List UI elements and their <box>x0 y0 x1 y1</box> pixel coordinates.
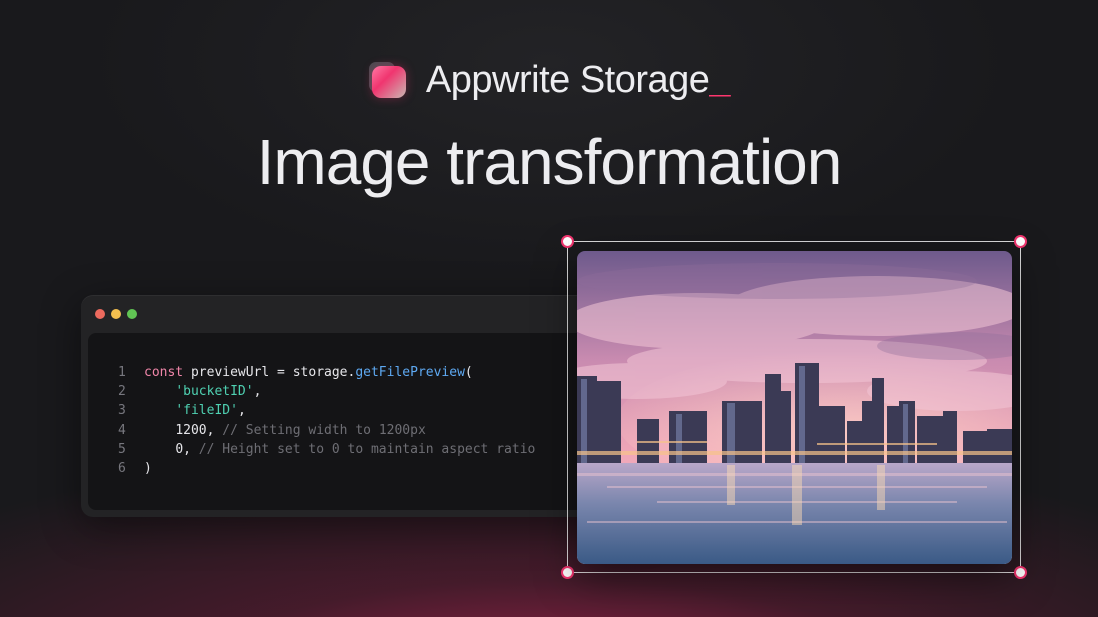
brand-header: Appwrite Storage_ <box>0 58 1098 102</box>
line-number: 6 <box>118 461 126 477</box>
line-number: 2 <box>118 384 126 400</box>
code-line-6: 6) <box>118 459 535 478</box>
code-function: getFilePreview <box>355 365 465 380</box>
city-skyline-at-sunset-photo <box>577 251 1012 564</box>
cursor-underscore: _ <box>709 59 731 101</box>
code-line-4: 4 1200, // Setting width to 1200px <box>118 421 535 440</box>
code-comment: // Height set to 0 to maintain aspect ra… <box>198 441 536 457</box>
code-keyword: const <box>144 365 184 380</box>
code-comment: // Setting width to 1200px <box>222 422 426 438</box>
brand-title: Appwrite Storage_ <box>425 58 731 102</box>
code-text: ( <box>464 365 473 380</box>
appwrite-storage-folder-icon <box>368 60 408 100</box>
code-text: 0, <box>175 441 199 457</box>
code-string: 'fileID' <box>175 403 238 419</box>
maximize-dot-icon[interactable] <box>127 309 137 319</box>
line-number: 5 <box>118 441 126 457</box>
brand-title-text: Appwrite Storage <box>425 59 710 101</box>
code-line-1: 1 const previewUrl = storage.getFilePrevi… <box>118 363 535 382</box>
minimize-dot-icon[interactable] <box>111 309 121 319</box>
code-line-3: 3 'fileID', <box>118 401 535 420</box>
code-string: 'bucketID' <box>175 384 254 400</box>
resize-handle-bottom-right[interactable] <box>1014 566 1027 579</box>
close-dot-icon[interactable] <box>95 309 105 319</box>
code-text: 1200, <box>175 422 223 438</box>
code-block: 1 const previewUrl = storage.getFilePrevi… <box>118 363 535 478</box>
code-text: , <box>253 384 262 400</box>
code-text: ) <box>144 461 152 477</box>
line-number: 4 <box>118 422 126 438</box>
line-number: 3 <box>118 403 126 419</box>
resize-handle-top-right[interactable] <box>1014 235 1027 248</box>
code-text: , <box>237 403 246 419</box>
page-title: Image transformation <box>256 126 843 198</box>
code-line-2: 2 'bucketID', <box>118 382 535 401</box>
code-text: previewUrl = storage. <box>183 365 356 380</box>
line-number: 1 <box>118 365 126 380</box>
resize-handle-top-left[interactable] <box>561 235 574 248</box>
window-controls <box>95 309 137 319</box>
code-line-5: 5 0, // Height set to 0 to maintain aspe… <box>118 440 535 459</box>
resize-handle-bottom-left[interactable] <box>561 566 574 579</box>
